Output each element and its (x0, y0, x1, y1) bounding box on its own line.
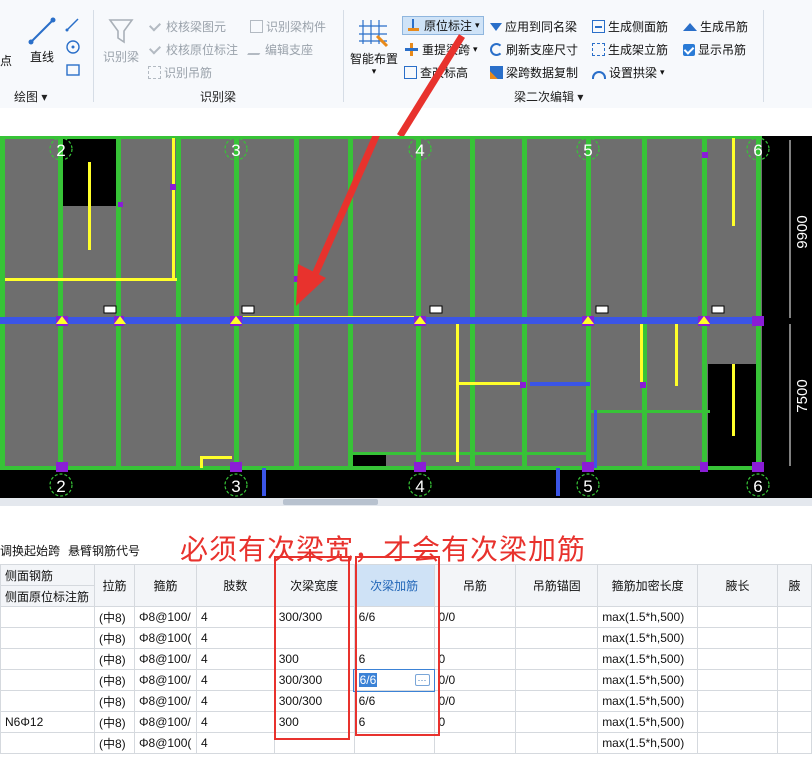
axis-label: 3 (231, 141, 240, 160)
cell-hanger[interactable]: 0/0 (433, 669, 517, 691)
cell-side[interactable] (0, 732, 95, 754)
cell-stirrup[interactable]: Φ8@100( (133, 732, 197, 754)
cell-tie[interactable]: (中8) (93, 732, 135, 754)
cell-side[interactable] (0, 648, 95, 670)
cell-dense[interactable]: max(1.5*h,500) (597, 648, 699, 670)
cell-stirrup[interactable]: Φ8@100/ (133, 606, 197, 628)
cell-tie[interactable]: (中8) (93, 669, 135, 691)
cell-anchor[interactable] (515, 606, 599, 628)
cell-tie[interactable]: (中8) (93, 627, 135, 649)
axis-label: 2 (56, 141, 65, 160)
red-arrow-top (397, 34, 465, 136)
axis-label: 6 (753, 141, 762, 160)
cell-stirrup[interactable]: Φ8@100( (133, 627, 197, 649)
cell-anchor[interactable] (515, 711, 599, 733)
cell-tie[interactable]: (中8) (93, 711, 135, 733)
cell-haunch[interactable] (776, 648, 812, 670)
cell-stirrup[interactable]: Φ8@100/ (133, 690, 197, 712)
cell-stirrup[interactable]: Φ8@100/ (133, 669, 197, 691)
col-header-legs[interactable]: 肢数 (195, 564, 275, 607)
cell-haunch[interactable] (776, 732, 812, 754)
col-header-haunch[interactable]: 腋 (776, 564, 812, 607)
cell-haunch-length[interactable] (697, 648, 778, 670)
cell-haunch-length[interactable] (697, 627, 778, 649)
cell-hanger[interactable]: 0 (433, 711, 517, 733)
cell-dense[interactable]: max(1.5*h,500) (597, 732, 699, 754)
dimension-text: 9900 (794, 215, 811, 248)
cell-dense[interactable]: max(1.5*h,500) (597, 606, 699, 628)
cell-haunch[interactable] (776, 711, 812, 733)
dimensions: 9900 7500 (789, 140, 811, 466)
cell-haunch[interactable] (776, 669, 812, 691)
col-header-dense-length[interactable]: 箍筋加密长度 (597, 564, 699, 607)
cell-legs[interactable]: 4 (195, 627, 275, 649)
axis-label: 5 (583, 141, 592, 160)
cell-legs[interactable]: 4 (195, 732, 275, 754)
highlight-secondary-width (274, 556, 350, 740)
cell-anchor[interactable] (515, 732, 599, 754)
cell-tie[interactable]: (中8) (93, 690, 135, 712)
cell-haunch-length[interactable] (697, 711, 778, 733)
scrollbar-thumb[interactable] (283, 499, 378, 505)
cell-haunch[interactable] (776, 606, 812, 628)
col-header-haunch-length[interactable]: 腋长 (697, 564, 778, 607)
cell-side[interactable]: N6Φ12 (0, 711, 95, 733)
group-header-side-rebar: 侧面钢筋 (0, 564, 95, 586)
drawing-canvas[interactable]: 2 3 4 5 6 2 3 4 5 6 9900 7500 (0, 136, 812, 498)
cell-tie[interactable]: (中8) (93, 648, 135, 670)
cell-tie[interactable]: (中8) (93, 606, 135, 628)
cell-haunch[interactable] (776, 690, 812, 712)
col-header-hanger-anchor[interactable]: 吊筋锚固 (515, 564, 599, 607)
cell-side[interactable] (0, 627, 95, 649)
cell-haunch-length[interactable] (697, 732, 778, 754)
col-header-stirrup[interactable]: 箍筋 (133, 564, 197, 607)
cell-hanger[interactable]: 0/0 (433, 690, 517, 712)
cantilever-code-button[interactable]: 悬臂钢筋代号 (68, 544, 140, 558)
cell-legs[interactable]: 4 (195, 606, 275, 628)
cell-legs[interactable]: 4 (195, 648, 275, 670)
cell-dense[interactable]: max(1.5*h,500) (597, 690, 699, 712)
highlight-secondary-rebar (355, 556, 440, 736)
col-header-hanger[interactable]: 吊筋 (433, 564, 517, 607)
col-header-side-annotation[interactable]: 侧面原位标注筋 (0, 585, 95, 607)
cell-anchor[interactable] (515, 690, 599, 712)
cell-legs[interactable]: 4 (195, 690, 275, 712)
cell-side[interactable] (0, 606, 95, 628)
cell-haunch[interactable] (776, 627, 812, 649)
axis-label: 6 (753, 477, 762, 496)
cell-legs[interactable]: 4 (195, 711, 275, 733)
grid-toolbar: 调换起始跨 悬臂钢筋代号 (0, 542, 148, 559)
dimension-text: 7500 (794, 379, 811, 412)
cell-stirrup[interactable]: Φ8@100/ (133, 711, 197, 733)
cell-hanger[interactable]: 0 (433, 648, 517, 670)
col-header-tie[interactable]: 拉筋 (93, 564, 135, 607)
axis-label: 4 (415, 477, 424, 496)
cell-anchor[interactable] (515, 669, 599, 691)
horizontal-scrollbar[interactable] (0, 498, 812, 506)
cell-stirrup[interactable]: Φ8@100/ (133, 648, 197, 670)
axis-label: 2 (56, 477, 65, 496)
swap-start-span-button[interactable]: 调换起始跨 (0, 544, 60, 558)
cell-anchor[interactable] (515, 648, 599, 670)
cell-anchor[interactable] (515, 627, 599, 649)
cell-dense[interactable]: max(1.5*h,500) (597, 711, 699, 733)
cell-hanger[interactable] (433, 732, 517, 754)
axis-label: 4 (415, 141, 424, 160)
cell-dense[interactable]: max(1.5*h,500) (597, 627, 699, 649)
opening (348, 454, 386, 468)
cell-haunch-length[interactable] (697, 606, 778, 628)
axis-label: 3 (231, 477, 240, 496)
cell-legs[interactable]: 4 (195, 669, 275, 691)
axis-label: 5 (583, 477, 592, 496)
cell-side[interactable] (0, 690, 95, 712)
cell-haunch-length[interactable] (697, 690, 778, 712)
cell-hanger[interactable] (433, 627, 517, 649)
cell-dense[interactable]: max(1.5*h,500) (597, 669, 699, 691)
cell-side[interactable] (0, 669, 95, 691)
cell-haunch-length[interactable] (697, 669, 778, 691)
cell-hanger[interactable]: 0/0 (433, 606, 517, 628)
